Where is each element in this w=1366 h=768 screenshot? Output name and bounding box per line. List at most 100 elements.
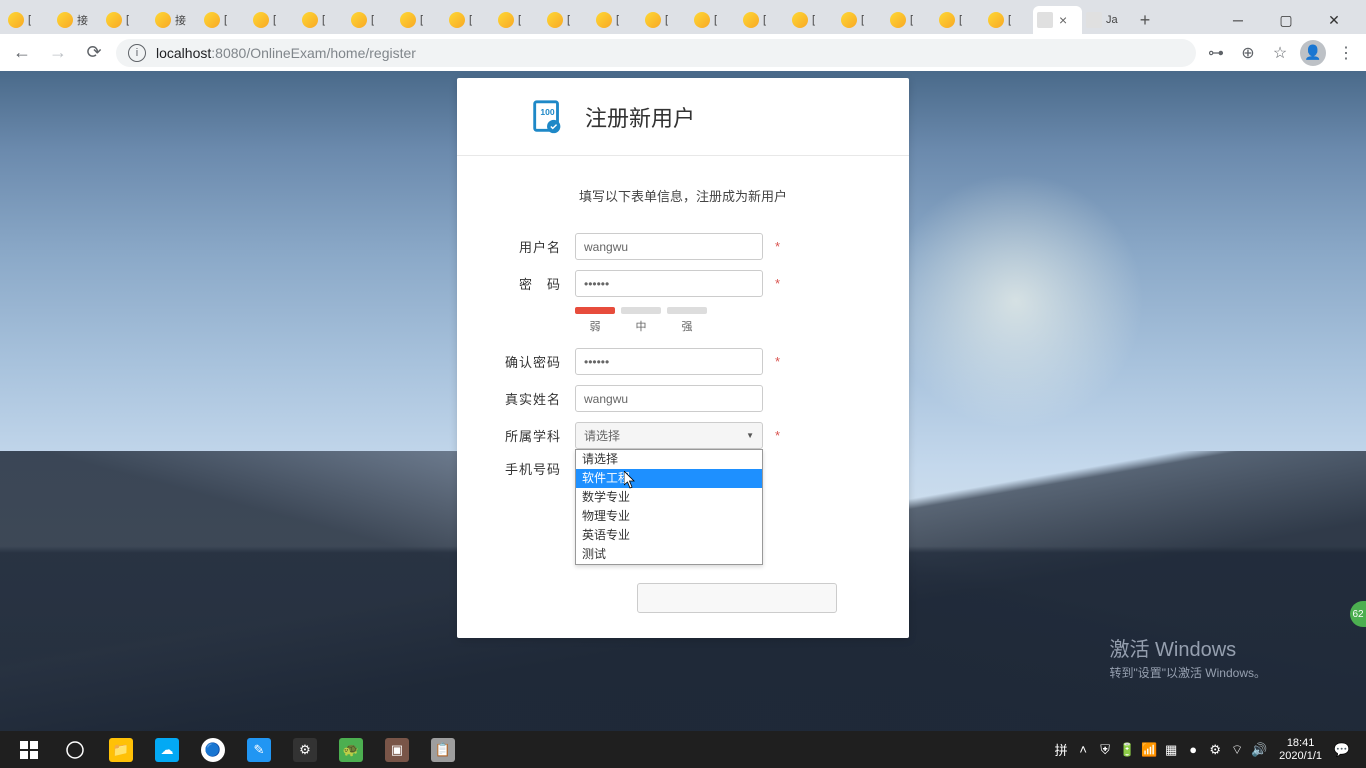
browser-tab[interactable]: [ bbox=[102, 6, 151, 34]
tab-label: [ bbox=[126, 14, 129, 26]
subject-select-wrapper: 请选择 ▼ 请选择 软件工程 数学专业 物理专业 英语专业 bbox=[575, 422, 763, 449]
taskbar-file-explorer[interactable]: 📁 bbox=[98, 731, 144, 768]
browser-tab[interactable]: [ bbox=[249, 6, 298, 34]
tab-favicon bbox=[988, 12, 1004, 28]
tab-favicon bbox=[792, 12, 808, 28]
password-input[interactable] bbox=[575, 270, 763, 297]
tray-app-icon[interactable]: ● bbox=[1185, 742, 1201, 758]
tray-ime-icon[interactable]: 拼 bbox=[1053, 742, 1069, 758]
taskbar-clock[interactable]: 18:41 2020/1/1 bbox=[1273, 737, 1328, 763]
reload-button[interactable]: ⟳ bbox=[80, 39, 108, 67]
notification-icon[interactable]: 💬 bbox=[1334, 742, 1350, 758]
dropdown-option[interactable]: 英语专业 bbox=[576, 526, 762, 545]
browser-tab[interactable]: [ bbox=[347, 6, 396, 34]
submit-button[interactable] bbox=[637, 583, 837, 613]
card-header: 100 注册新用户 bbox=[457, 78, 909, 156]
new-tab-button[interactable]: + bbox=[1131, 6, 1159, 34]
tab-label: Ja bbox=[1106, 14, 1118, 26]
taskbar-chrome[interactable]: 🔵 bbox=[190, 731, 236, 768]
dropdown-option[interactable]: 数学专业 bbox=[576, 488, 762, 507]
menu-icon[interactable]: ⋮ bbox=[1334, 41, 1358, 65]
strength-labels: 弱 中 强 bbox=[575, 318, 869, 334]
tray-security-icon[interactable]: ⛨ bbox=[1097, 742, 1113, 758]
tab-favicon bbox=[743, 12, 759, 28]
browser-tab[interactable]: [ bbox=[494, 6, 543, 34]
browser-tab[interactable]: [ bbox=[396, 6, 445, 34]
dropdown-option[interactable]: 测试 bbox=[576, 545, 762, 564]
taskbar-app[interactable]: ☁ bbox=[144, 731, 190, 768]
tab-label: 接 bbox=[77, 12, 88, 28]
strength-bar-strong bbox=[667, 307, 707, 314]
start-button[interactable] bbox=[6, 731, 52, 768]
close-icon[interactable]: × bbox=[1059, 12, 1067, 28]
browser-tab[interactable]: [ bbox=[641, 6, 690, 34]
confirm-input[interactable] bbox=[575, 348, 763, 375]
bookmark-star-icon[interactable]: ☆ bbox=[1268, 41, 1292, 65]
back-button[interactable]: ← bbox=[8, 39, 36, 67]
browser-tab[interactable]: [ bbox=[690, 6, 739, 34]
username-input[interactable] bbox=[575, 233, 763, 260]
browser-tab[interactable]: [ bbox=[739, 6, 788, 34]
browser-tab[interactable]: [ bbox=[592, 6, 641, 34]
register-card: 100 注册新用户 填写以下表单信息，注册成为新用户 用户名 * 密 码 * bbox=[457, 78, 909, 638]
phone-label: 手机号码 bbox=[497, 459, 575, 478]
tray-app-icon[interactable]: ⚙ bbox=[1207, 742, 1223, 758]
address-bar: ← → ⟳ i localhost:8080/OnlineExam/home/r… bbox=[0, 34, 1366, 71]
tray-volume-icon[interactable]: 🔊 bbox=[1251, 742, 1267, 758]
tab-favicon bbox=[596, 12, 612, 28]
tray-battery-icon[interactable]: 🔋 bbox=[1119, 742, 1135, 758]
tray-app-icon[interactable]: ▦ bbox=[1163, 742, 1179, 758]
browser-tab[interactable]: [ bbox=[935, 6, 984, 34]
tray-wifi-icon[interactable]: ⌔ bbox=[1229, 742, 1245, 758]
browser-tab[interactable]: [ bbox=[200, 6, 249, 34]
browser-tab[interactable]: [ bbox=[445, 6, 494, 34]
zoom-icon[interactable]: ⊕ bbox=[1236, 41, 1260, 65]
minimize-button[interactable]: ─ bbox=[1218, 6, 1258, 34]
browser-tab[interactable]: [ bbox=[886, 6, 935, 34]
realname-input[interactable] bbox=[575, 385, 763, 412]
browser-tab[interactable]: 接 bbox=[151, 6, 200, 34]
dropdown-option[interactable]: 请选择 bbox=[576, 450, 762, 469]
tab-favicon bbox=[1037, 12, 1053, 28]
taskbar-app[interactable]: 📋 bbox=[420, 731, 466, 768]
tab-favicon bbox=[939, 12, 955, 28]
forward-button[interactable]: → bbox=[44, 39, 72, 67]
tab-label: [ bbox=[28, 14, 31, 26]
browser-tab[interactable]: [ bbox=[788, 6, 837, 34]
chevron-down-icon: ▼ bbox=[746, 431, 754, 440]
page-viewport: 激活 Windows 转到"设置"以激活 Windows。 62 100 注册新… bbox=[0, 71, 1366, 731]
windows-activation-watermark: 激活 Windows 转到"设置"以激活 Windows。 bbox=[1109, 633, 1266, 681]
tab-label: 接 bbox=[175, 12, 186, 28]
tray-network-icon[interactable]: 📶 bbox=[1141, 742, 1157, 758]
tab-label: [ bbox=[763, 14, 766, 26]
browser-tab[interactable]: [ bbox=[984, 6, 1033, 34]
tray-up-icon[interactable]: ˄ bbox=[1075, 742, 1091, 758]
browser-tab[interactable]: [ bbox=[837, 6, 886, 34]
username-label: 用户名 bbox=[497, 237, 575, 256]
url-input[interactable]: i localhost:8080/OnlineExam/home/registe… bbox=[116, 39, 1196, 67]
tab-label: [ bbox=[273, 14, 276, 26]
dropdown-option[interactable]: 物理专业 bbox=[576, 507, 762, 526]
browser-tab[interactable]: 接 bbox=[53, 6, 102, 34]
taskbar-app[interactable]: ✎ bbox=[236, 731, 282, 768]
tab-label: [ bbox=[224, 14, 227, 26]
password-key-icon[interactable]: ⊶ bbox=[1204, 41, 1228, 65]
tab-label: [ bbox=[567, 14, 570, 26]
subject-select[interactable]: 请选择 ▼ bbox=[575, 422, 763, 449]
browser-tab[interactable]: Ja bbox=[1082, 6, 1131, 34]
site-info-icon[interactable]: i bbox=[128, 44, 146, 62]
maximize-button[interactable]: ▢ bbox=[1266, 6, 1306, 34]
tab-favicon bbox=[57, 12, 73, 28]
taskbar-app[interactable]: ▣ bbox=[374, 731, 420, 768]
browser-tab[interactable]: [ bbox=[543, 6, 592, 34]
browser-tab[interactable]: [ bbox=[298, 6, 347, 34]
profile-avatar[interactable]: 👤 bbox=[1300, 40, 1326, 66]
taskbar-app[interactable]: ⚙ bbox=[282, 731, 328, 768]
taskbar-app[interactable]: 🐢 bbox=[328, 731, 374, 768]
close-window-button[interactable]: ✕ bbox=[1314, 6, 1354, 34]
browser-tab[interactable]: [ bbox=[4, 6, 53, 34]
browser-tab-active[interactable]: × bbox=[1033, 6, 1082, 34]
tab-favicon bbox=[498, 12, 514, 28]
dropdown-option-highlighted[interactable]: 软件工程 bbox=[576, 469, 762, 488]
cortana-button[interactable] bbox=[52, 731, 98, 768]
